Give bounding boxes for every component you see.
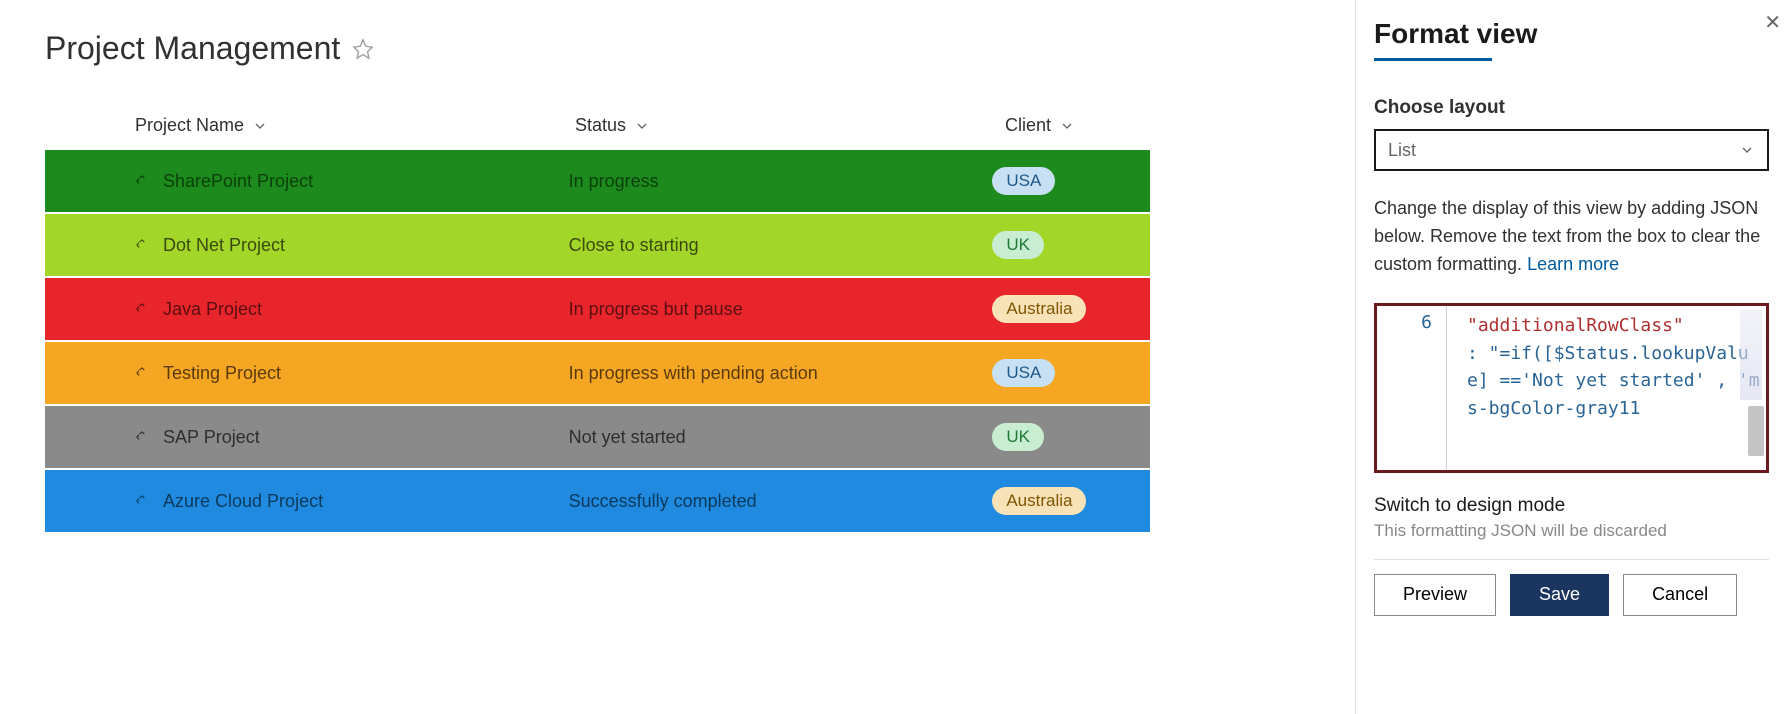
project-name: SAP Project (163, 427, 260, 448)
column-header-status[interactable]: Status (575, 115, 1005, 136)
close-icon[interactable]: ✕ (1764, 10, 1781, 35)
cell-client: UK (992, 231, 1150, 259)
cell-project: SAP Project (135, 427, 569, 448)
editor-body: "additionalRowClass" : "=if([$Status.look… (1467, 306, 1766, 424)
chevron-down-icon (634, 118, 650, 134)
client-pill: Australia (992, 487, 1086, 515)
json-editor[interactable]: 6 "additionalRowClass" : "=if([$Status.lo… (1374, 303, 1769, 473)
cell-project: Azure Cloud Project (135, 491, 569, 512)
panel-description: Change the display of this view by addin… (1374, 195, 1769, 279)
main-content: Project Management Project Name Status C… (0, 0, 1355, 714)
column-header-label: Status (575, 115, 626, 136)
column-header-client[interactable]: Client (1005, 115, 1165, 136)
table-row[interactable]: Dot Net Project Close to startingUK (45, 214, 1150, 276)
layout-select[interactable]: List (1374, 129, 1769, 171)
choose-layout-label: Choose layout (1374, 97, 1769, 119)
new-item-icon (135, 302, 149, 316)
cell-status: Not yet started (569, 427, 993, 448)
chevron-down-icon (1059, 118, 1075, 134)
new-item-icon (135, 430, 149, 444)
project-name: Dot Net Project (163, 235, 285, 256)
client-pill: USA (992, 167, 1055, 195)
cancel-button[interactable]: Cancel (1623, 574, 1737, 616)
cell-client: USA (992, 167, 1150, 195)
favorite-star-icon[interactable] (352, 38, 374, 60)
column-header-project[interactable]: Project Name (135, 115, 575, 136)
layout-select-value: List (1388, 140, 1416, 161)
cell-client: Australia (992, 487, 1150, 515)
panel-title: Format view (1374, 18, 1769, 50)
table-row[interactable]: Testing Project In progress with pending … (45, 342, 1150, 404)
panel-footer: Preview Save Cancel (1374, 559, 1769, 616)
cell-client: USA (992, 359, 1150, 387)
project-name: SharePoint Project (163, 171, 313, 192)
new-item-icon (135, 494, 149, 508)
chevron-down-icon (1739, 142, 1755, 158)
client-pill: UK (992, 231, 1044, 259)
line-number: 6 (1377, 312, 1432, 333)
cell-status: In progress (569, 171, 993, 192)
preview-button[interactable]: Preview (1374, 574, 1496, 616)
learn-more-link[interactable]: Learn more (1527, 254, 1619, 274)
panel-title-underline (1374, 58, 1492, 61)
code-key: "additionalRowClass" (1467, 315, 1684, 336)
new-item-icon (135, 174, 149, 188)
client-pill: USA (992, 359, 1055, 387)
project-name: Azure Cloud Project (163, 491, 323, 512)
cell-project: Dot Net Project (135, 235, 569, 256)
chevron-down-icon (252, 118, 268, 134)
project-name: Java Project (163, 299, 262, 320)
switch-design-mode-sub: This formatting JSON will be discarded (1374, 521, 1769, 541)
cell-project: SharePoint Project (135, 171, 569, 192)
table-row[interactable]: Java Project In progress but pauseAustral… (45, 278, 1150, 340)
column-header-label: Project Name (135, 115, 244, 136)
editor-minimap[interactable] (1740, 310, 1762, 400)
table-row[interactable]: Azure Cloud Project Successfully complete… (45, 470, 1150, 532)
table-body: SharePoint ProjectIn progressUSADot Net … (45, 150, 1150, 532)
cell-project: Testing Project (135, 363, 569, 384)
new-item-icon (135, 366, 149, 380)
cell-client: Australia (992, 295, 1150, 323)
format-view-panel: ✕ Format view Choose layout List Change … (1355, 0, 1785, 714)
cell-status: Close to starting (569, 235, 993, 256)
cell-client: UK (992, 423, 1150, 451)
cell-project: Java Project (135, 299, 569, 320)
page-header: Project Management (45, 30, 1355, 67)
cell-status: In progress with pending action (569, 363, 993, 384)
code-rest: : "=if([$Status.lookupValue] =='Not yet … (1467, 343, 1760, 420)
editor-scrollbar[interactable] (1748, 406, 1764, 456)
cell-status: Successfully completed (569, 491, 993, 512)
project-name: Testing Project (163, 363, 281, 384)
client-pill: UK (992, 423, 1044, 451)
table-row[interactable]: SAP Project Not yet startedUK (45, 406, 1150, 468)
table-row[interactable]: SharePoint Project In progressUSA (45, 150, 1150, 212)
page-title: Project Management (45, 30, 340, 67)
save-button[interactable]: Save (1510, 574, 1609, 616)
new-item-icon (135, 238, 149, 252)
table-header-row: Project Name Status Client (45, 115, 1355, 150)
editor-gutter: 6 (1377, 306, 1447, 470)
switch-design-mode-link[interactable]: Switch to design mode (1374, 495, 1769, 517)
column-header-label: Client (1005, 115, 1051, 136)
cell-status: In progress but pause (569, 299, 993, 320)
client-pill: Australia (992, 295, 1086, 323)
